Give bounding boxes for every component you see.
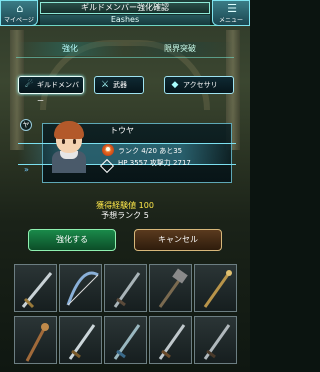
rank-value: 4/20: [141, 147, 157, 155]
material-slot[interactable]: [59, 264, 102, 312]
bow-icon: [66, 271, 99, 306]
sword-icon: [158, 324, 186, 360]
material-slot[interactable]: [59, 316, 102, 364]
rank-text: ランク 4/20 あと35: [118, 146, 182, 156]
material-slot[interactable]: [149, 264, 192, 312]
stats-row: HP 3557 攻撃力 2717: [118, 158, 191, 168]
page-subtitle: Eashes: [40, 15, 210, 25]
ghost-icon: ☄: [24, 80, 34, 90]
double-arrow-icon: »: [24, 165, 29, 174]
portrait-hair: [54, 121, 84, 139]
category-guild-member-button[interactable]: ☄ ギルドメンバー: [18, 76, 84, 105]
material-slot[interactable]: [104, 316, 147, 364]
staff-icon: [203, 270, 232, 308]
tab-bar: 強化 限界突破: [16, 42, 234, 56]
category-weapon-button[interactable]: ⚔ 武器: [94, 76, 144, 94]
portrait-eye-right: [73, 139, 76, 144]
portrait-eye-left: [62, 139, 65, 144]
hp-label: HP: [118, 159, 128, 167]
sword-icon: ⚔: [100, 80, 110, 90]
atk-value: 2717: [173, 159, 191, 167]
sword-icon: [113, 272, 141, 308]
enhance-button[interactable]: 強化する: [28, 229, 116, 251]
fire-icon: ✹: [102, 144, 114, 156]
sword-icon: [21, 272, 53, 309]
element-badge: ヤ: [20, 119, 32, 131]
expected-rank-text: 予想ランク 5: [101, 211, 149, 220]
character-name: トウヤ: [110, 126, 134, 135]
page-title: ギルドメンバー強化確認: [40, 2, 210, 14]
material-slot[interactable]: [14, 264, 57, 312]
my-page-label: マイページ: [4, 17, 34, 24]
gem-icon: ◆: [171, 80, 179, 90]
material-slot[interactable]: [194, 316, 237, 364]
category-accessory-label: アクセサリ: [183, 81, 218, 89]
staff-icon: [25, 323, 49, 362]
character-panel[interactable]: ヤ トウヤ ✹ ランク 4/20 あと35 HP 3557 攻撃力 2717 »: [18, 115, 236, 185]
my-page-button[interactable]: ⌂ マイページ: [0, 0, 38, 26]
character-portrait: [46, 117, 92, 173]
sword-icon: [113, 324, 141, 360]
tab-limit-break[interactable]: 限界突破: [126, 42, 234, 56]
sword-icon: [68, 324, 96, 360]
rank-next: あと35: [159, 147, 183, 155]
material-slot[interactable]: [104, 264, 147, 312]
cancel-button[interactable]: キャンセル: [134, 229, 222, 251]
rank-label: ランク: [118, 147, 139, 155]
material-grid: [14, 264, 237, 372]
hammer-icon: [158, 268, 188, 308]
category-accessory-button[interactable]: ◆ アクセサリ: [164, 76, 234, 94]
material-slot[interactable]: [149, 316, 192, 364]
sword-icon: [203, 324, 231, 360]
header: ⌂ マイページ ギルドメンバー強化確認 Eashes ☰ メニュー: [0, 0, 250, 26]
tab-enhance[interactable]: 強化: [16, 42, 124, 56]
menu-button[interactable]: ☰ メニュー: [212, 0, 250, 26]
material-slot[interactable]: [194, 264, 237, 312]
menu-label: メニュー: [218, 17, 243, 24]
menu-icon: ☰: [227, 2, 237, 15]
home-icon: ⌂: [16, 2, 24, 15]
category-weapon-label: 武器: [113, 81, 127, 89]
tab-divider: [16, 57, 234, 58]
hp-value: 3557: [129, 159, 148, 167]
atk-label: 攻撃力: [149, 159, 171, 167]
material-slot[interactable]: [14, 316, 57, 364]
